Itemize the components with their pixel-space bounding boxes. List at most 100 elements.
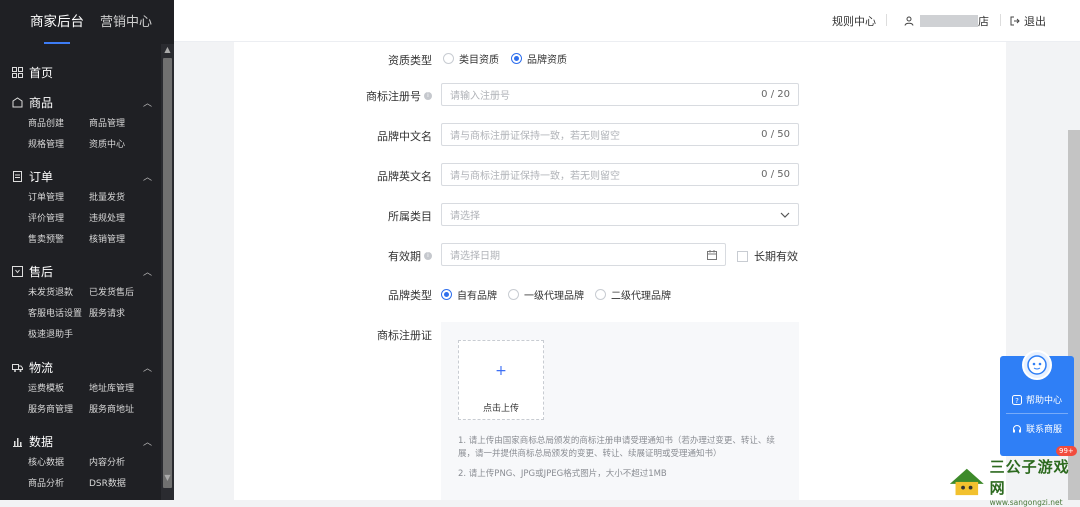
radio-category-qualification[interactable]: 类目资质 — [443, 51, 499, 66]
sidebar-group-header[interactable]: 售后 ︿ — [12, 262, 152, 280]
help-center-button[interactable]: ? 帮助中心 — [1000, 393, 1074, 406]
rule-center-link[interactable]: 规则中心 — [832, 13, 876, 29]
sidebar-item-verification[interactable]: 核销管理 — [89, 232, 150, 245]
brand-type-label: 品牌类型 — [388, 289, 432, 302]
svg-text:?: ? — [1015, 397, 1019, 405]
scroll-up-arrow-icon[interactable]: ▲ — [161, 44, 174, 56]
char-counter: 0 / 50 — [761, 129, 790, 140]
shop-name-redacted — [920, 15, 978, 27]
sidebar-item-shipped-aftersale[interactable]: 已发货售后 — [89, 285, 150, 298]
divider — [886, 14, 887, 26]
sidebar-item-dsr-data[interactable]: DSR数据 — [89, 476, 150, 489]
sidebar-group-title: 数据 — [29, 434, 54, 449]
qualification-type-radio-group: 类目资质 品牌资质 — [443, 51, 567, 66]
sidebar-item-violation[interactable]: 违规处理 — [89, 211, 150, 224]
checkbox-box — [737, 250, 748, 262]
sidebar-item-core-data[interactable]: 核心数据 — [28, 455, 89, 468]
certificate-label: 商标注册证 — [377, 329, 432, 342]
sidebar-group-goods: 商品 ︿ 商品创建 商品管理 规格管理 资质中心 — [12, 93, 152, 150]
brand-cn-input[interactable]: 请与商标注册证保持一致，若无则留空 0 / 50 — [441, 123, 799, 146]
validity-date-input[interactable]: 请选择日期 — [441, 243, 726, 266]
info-icon[interactable]: i — [424, 252, 432, 260]
brand-cn-label: 品牌中文名 — [377, 130, 432, 143]
category-label: 所属类目 — [388, 210, 432, 223]
radio-own-brand[interactable]: 自有品牌 — [441, 287, 497, 302]
trademark-no-input[interactable]: 请输入注册号 0 / 20 — [441, 83, 799, 106]
shop-name-suffix: 店 — [978, 15, 989, 28]
brand-en-label: 品牌英文名 — [377, 170, 432, 183]
sidebar-item-fast-refund[interactable]: 极速退助手 — [28, 327, 89, 340]
scroll-down-arrow-icon[interactable]: ▼ — [161, 472, 174, 484]
qualification-type-label: 资质类型 — [388, 54, 432, 67]
sidebar-item-service-request[interactable]: 服务请求 — [89, 306, 150, 319]
sidebar-item-address-library[interactable]: 地址库管理 — [89, 381, 150, 394]
certificate-upload-area: + 点击上传 1. 请上传由国家商标总局颁发的商标注册申请受理通知书（若办理过变… — [441, 322, 799, 500]
info-icon[interactable]: i — [424, 92, 432, 100]
sidebar-item-goods-manage[interactable]: 商品管理 — [89, 116, 150, 129]
sidebar-item-label: 首页 — [29, 66, 54, 80]
logout-icon — [1010, 16, 1020, 26]
sidebar-item-order-manage[interactable]: 订单管理 — [28, 190, 89, 203]
sidebar-item-qualification-center[interactable]: 资质中心 — [89, 137, 150, 150]
upload-note-1: 1. 请上传由国家商标总局颁发的商标注册申请受理通知书（若办理过变更、转让、续展… — [458, 436, 775, 459]
radio-tier1-agent[interactable]: 一级代理品牌 — [508, 287, 584, 302]
chevron-down-icon — [780, 212, 790, 218]
headset-icon — [1012, 424, 1021, 432]
chevron-up-icon: ︿ — [142, 363, 152, 374]
radio-circle — [595, 289, 606, 300]
sidebar-group-header[interactable]: 商品 ︿ — [12, 93, 152, 111]
radio-circle-selected — [511, 53, 522, 64]
tab-marketing-center[interactable]: 营销中心 — [100, 11, 152, 44]
sidebar-group-aftersale: 售后 ︿ 未发货退款 已发货售后 客服电话设置 服务请求 极速退助手 — [12, 262, 152, 340]
upload-note-2: 2. 请上传PNG、JPG或JPEG格式图片，大小不超过1MB — [458, 469, 667, 479]
sidebar-item-sale-warning[interactable]: 售卖预警 — [28, 232, 89, 245]
sidebar-item-provider-address[interactable]: 服务商地址 — [89, 402, 150, 415]
sidebar-scroll-thumb[interactable] — [163, 58, 172, 488]
divider — [1006, 413, 1068, 414]
sidebar-item-spec-manage[interactable]: 规格管理 — [28, 137, 89, 150]
logout-button[interactable]: 退出 — [1010, 13, 1046, 29]
document-icon — [13, 170, 22, 182]
radio-tier2-agent[interactable]: 二级代理品牌 — [595, 287, 671, 302]
sidebar-group-header[interactable]: 订单 ︿ — [12, 167, 152, 185]
brand-type-radio-group: 自有品牌 一级代理品牌 二级代理品牌 — [441, 287, 671, 302]
sidebar-item-freight-template[interactable]: 运费模板 — [28, 381, 89, 394]
radio-brand-qualification[interactable]: 品牌资质 — [511, 51, 567, 66]
site-watermark: 三公子游戏网 www.sangongzi.net — [948, 458, 1080, 507]
trademark-no-label: 商标注册号 i — [366, 88, 432, 104]
sidebar-group-header[interactable]: 数据 ︿ — [12, 432, 152, 450]
radio-circle — [443, 53, 454, 64]
service-avatar-icon — [1022, 350, 1052, 380]
radio-circle-selected — [441, 289, 452, 300]
grid-icon — [12, 67, 23, 78]
sidebar-group-logistics: 物流 ︿ 运费模板 地址库管理 服务商管理 服务商地址 — [12, 358, 152, 415]
contact-service-button[interactable]: 联系商服 — [1000, 422, 1074, 435]
user-icon — [904, 16, 914, 26]
sidebar-group-title: 订单 — [29, 169, 54, 184]
sidebar-item-home[interactable]: 首页 — [12, 64, 53, 81]
brand-en-input[interactable]: 请与商标注册证保持一致，若无则留空 0 / 50 — [441, 163, 799, 186]
watermark-url: www.sangongzi.net — [989, 497, 1063, 507]
sidebar-item-goods-create[interactable]: 商品创建 — [28, 116, 89, 129]
sidebar-item-unshipped-refund[interactable]: 未发货退款 — [28, 285, 89, 298]
user-menu[interactable]: 店 — [904, 13, 989, 29]
upload-button[interactable]: + 点击上传 — [458, 340, 544, 420]
sidebar-item-review-manage[interactable]: 评价管理 — [28, 211, 89, 224]
sidebar-group-title: 物流 — [29, 360, 54, 375]
category-select[interactable]: 请选择 — [441, 203, 799, 226]
tab-merchant-backend[interactable]: 商家后台 — [30, 10, 84, 44]
sidebar-item-batch-ship[interactable]: 批量发货 — [89, 190, 150, 203]
sidebar-tabs: 商家后台 营销中心 — [0, 0, 174, 44]
logout-label: 退出 — [1024, 15, 1046, 28]
long-term-checkbox[interactable]: 长期有效 — [737, 248, 798, 264]
sidebar-group-orders: 订单 ︿ 订单管理 批量发货 评价管理 违规处理 售卖预警 核销管理 — [12, 167, 152, 245]
plus-icon: + — [495, 363, 507, 379]
sidebar-group-title: 售后 — [29, 264, 54, 279]
sidebar-item-goods-analysis[interactable]: 商品分析 — [28, 476, 89, 489]
sidebar-item-content-analysis[interactable]: 内容分析 — [89, 455, 150, 468]
help-widget: ? 帮助中心 联系商服 — [1000, 350, 1074, 456]
sidebar-item-provider-manage[interactable]: 服务商管理 — [28, 402, 89, 415]
calendar-icon — [707, 249, 717, 260]
sidebar-item-service-phone[interactable]: 客服电话设置 — [28, 306, 89, 319]
sidebar-group-header[interactable]: 物流 ︿ — [12, 358, 152, 376]
